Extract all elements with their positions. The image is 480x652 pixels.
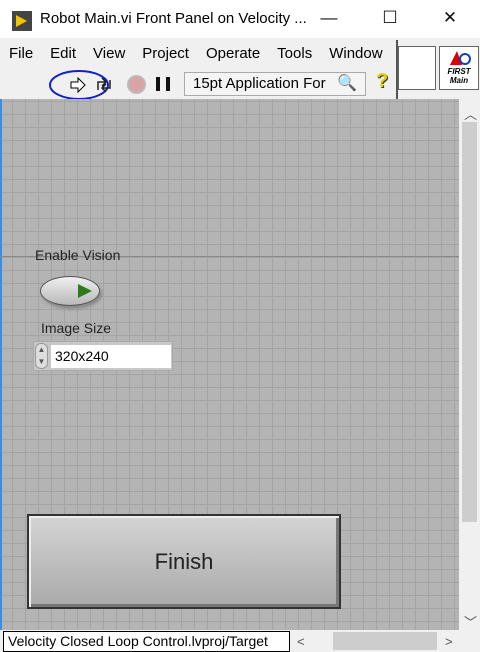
labview-logo-icon: [12, 11, 32, 31]
connector-pane[interactable]: [398, 46, 436, 90]
scroll-up-icon[interactable]: ︿: [464, 104, 477, 123]
enable-vision-toggle[interactable]: [40, 276, 100, 306]
menu-operate[interactable]: Operate: [197, 45, 268, 62]
enable-vision-label: Enable Vision: [35, 247, 121, 263]
image-size-spinner[interactable]: ▲ ▼: [35, 343, 48, 369]
menu-tools[interactable]: Tools: [268, 45, 320, 62]
vi-icon[interactable]: FIRST Main: [439, 46, 479, 90]
minimize-button[interactable]: —: [314, 8, 344, 32]
menu-bar: File Edit View Project Operate Tools Win…: [0, 38, 396, 68]
pause-icon[interactable]: [156, 77, 170, 91]
search-icon[interactable]: 🔍: [337, 73, 357, 93]
finish-button[interactable]: Finish: [27, 514, 341, 609]
font-value: 15pt Application For: [193, 75, 326, 92]
scroll-left-icon[interactable]: <: [297, 634, 305, 649]
run-arrow-icon[interactable]: [69, 77, 87, 93]
menu-file[interactable]: File: [0, 45, 41, 62]
scroll-right-icon[interactable]: >: [445, 634, 453, 649]
menu-window[interactable]: Window: [320, 45, 390, 62]
vertical-scroll-thumb[interactable]: [462, 122, 477, 522]
menu-view[interactable]: View: [84, 45, 133, 62]
horizontal-scroll-thumb[interactable]: [333, 632, 437, 650]
abort-icon[interactable]: [127, 75, 146, 94]
window-title: Robot Main.vi Front Panel on Velocity ..…: [40, 10, 307, 27]
first-logo-icon: [450, 51, 471, 65]
run-continuously-icon[interactable]: [94, 76, 114, 94]
image-size-label: Image Size: [41, 320, 112, 336]
menu-edit[interactable]: Edit: [41, 45, 84, 62]
scroll-down-icon[interactable]: ﹀: [464, 612, 477, 631]
maximize-button[interactable]: ☐: [375, 8, 405, 32]
help-icon[interactable]: ?: [376, 70, 388, 93]
project-path-status: Velocity Closed Loop Control.lvproj/Targ…: [3, 631, 290, 652]
image-size-value[interactable]: 320x240: [51, 345, 171, 368]
close-button[interactable]: ✕: [435, 8, 465, 32]
title-bar: Robot Main.vi Front Panel on Velocity ..…: [0, 0, 480, 38]
menu-project[interactable]: Project: [133, 45, 197, 62]
